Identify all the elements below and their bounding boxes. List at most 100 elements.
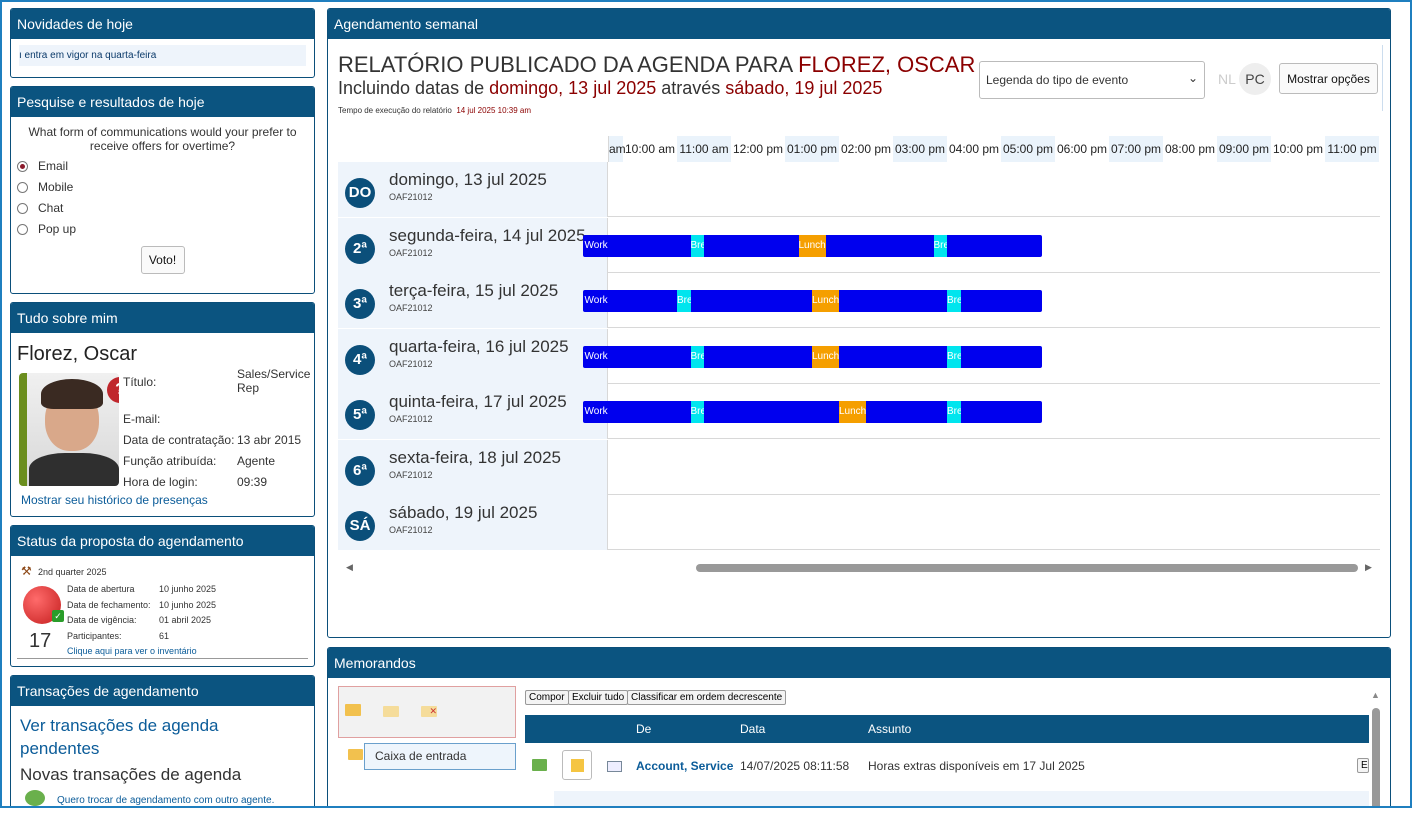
swap-icon — [25, 790, 45, 806]
col-date[interactable]: Data — [740, 715, 765, 743]
poll-option-label: Chat — [38, 201, 64, 215]
day-row: 3ª terça-feira, 15 jul 2025 OAF21012 Work Br… — [338, 273, 1380, 328]
agent-photo: ? — [19, 373, 119, 486]
day-badge: 5ª — [345, 400, 375, 430]
day-name: quarta-feira, 16 jul 2025 — [389, 336, 569, 356]
day-code: OAF21012 — [389, 192, 433, 202]
memo-from[interactable]: Account, Service — [636, 759, 733, 773]
proposal-label: Data de abertura — [67, 584, 135, 594]
poll-option[interactable]: Chat — [17, 201, 314, 215]
news-ticker[interactable]: ı entra em vigor na quarta-feira — [19, 45, 306, 66]
swap-schedule-link[interactable]: Quero trocar de agendamento com outro ag… — [57, 795, 274, 806]
hour-label: 11:00 am — [677, 136, 731, 162]
break-event[interactable]: Bre — [690, 345, 704, 368]
day-badge: 6ª — [345, 455, 375, 486]
event-label: Work — [584, 295, 608, 306]
delete-folder-icon[interactable]: ✕ — [421, 706, 437, 717]
poll-panel: Pesquise e resultados de hoje What form … — [10, 86, 315, 294]
show-options-button[interactable]: Mostrar opções — [1279, 63, 1378, 94]
proposal-label: Data de fechamento: — [67, 599, 151, 610]
poll-option[interactable]: Pop up — [17, 222, 314, 236]
radio-button[interactable] — [17, 181, 28, 193]
legend-select-label: Legenda do tipo de evento — [986, 73, 1129, 87]
day-code: OAF21012 — [389, 525, 433, 535]
new-folder-icon[interactable] — [345, 704, 361, 716]
legend-select[interactable]: Legenda do tipo de evento ⌄ — [979, 61, 1205, 99]
day-label-cell: SÁ sábado, 19 jul 2025 OAF21012 — [338, 495, 608, 550]
memo-row[interactable]: Account, Service 14/07/2025 08:11:58 Hor… — [525, 743, 1369, 791]
compose-button[interactable]: Compor — [525, 690, 569, 705]
col-subject[interactable]: Assunto — [868, 715, 911, 743]
open-memo-icon[interactable] — [532, 759, 547, 771]
proposal-title: Status da proposta do agendamento — [11, 526, 314, 556]
work-event-bar[interactable]: Work Bre Lunch Bre — [582, 234, 1042, 257]
about-me-panel: Tudo sobre mim Florez, Oscar ? Título: Sa… — [10, 302, 315, 517]
hour-label: 06:00 pm — [1056, 142, 1108, 156]
day-name: terça-feira, 15 jul 2025 — [389, 281, 559, 300]
break-event[interactable]: Bre — [933, 234, 947, 257]
sort-desc-button[interactable]: Classificar em ordem decrescente — [627, 690, 787, 705]
hour-label: 02:00 pm — [840, 142, 892, 156]
transactions-panel: Transações de agendamento Ver transações… — [10, 675, 315, 806]
pending-transactions-link[interactable]: Ver transações de agenda pendentes — [20, 714, 260, 760]
radio-button[interactable] — [17, 160, 28, 172]
break-event[interactable]: Bre — [690, 401, 704, 423]
break-event[interactable]: Bre — [947, 401, 961, 423]
lunch-event[interactable]: Lunch — [798, 234, 826, 257]
memo-scroll-up-icon[interactable]: ▲ — [1371, 690, 1380, 700]
folder-icon[interactable] — [383, 706, 399, 717]
day-name: sábado, 19 jul 2025 — [389, 503, 538, 522]
scroll-right-icon[interactable]: ▶ — [1365, 562, 1372, 573]
new-transactions-heading: Novas transações de agenda — [20, 765, 242, 784]
lunch-event[interactable]: Lunch — [812, 345, 839, 368]
work-event-bar[interactable]: Work Bre Lunch Bre — [582, 345, 1042, 368]
memo-vertical-scrollbar[interactable] — [1372, 708, 1380, 806]
break-event[interactable]: Bre — [677, 290, 691, 312]
day-badge: 3ª — [345, 289, 375, 319]
report-title-prefix: RELATÓRIO PUBLICADO DA AGENDA PARA — [338, 52, 799, 77]
help-icon[interactable]: ? — [107, 377, 119, 403]
attendance-history-link[interactable]: Mostrar seu histórico de presenças — [21, 493, 208, 507]
scroll-left-icon[interactable]: ◀ — [346, 562, 353, 573]
memo-action-button[interactable]: Ex — [1357, 758, 1369, 773]
about-field-value: 09:39 — [237, 475, 268, 489]
break-event[interactable]: Bre — [947, 290, 961, 312]
radio-button[interactable] — [17, 202, 28, 214]
range-end: sábado, 19 jul 2025 — [725, 78, 883, 98]
proposal-link[interactable]: Clique aqui para ver o inventário — [67, 646, 197, 656]
nl-toggle[interactable]: NL — [1218, 71, 1236, 87]
note-icon[interactable] — [562, 750, 592, 780]
poll-option[interactable]: Email — [17, 159, 314, 173]
chevron-down-icon: ⌄ — [1187, 71, 1198, 85]
delete-all-button[interactable]: Excluir tudo — [568, 690, 629, 705]
lunch-event[interactable]: Lunch — [839, 401, 866, 423]
vote-button[interactable]: Voto! — [140, 246, 185, 274]
hour-label: 10:00 am — [624, 142, 676, 156]
lunch-event[interactable]: Lunch — [812, 290, 839, 312]
break-event[interactable]: Bre — [690, 234, 704, 257]
inbox-folder[interactable]: Caixa de entrada — [364, 743, 516, 770]
poll-option[interactable]: Mobile — [17, 180, 314, 194]
work-event-bar[interactable]: Work Bre Lunch Bre — [582, 401, 1042, 423]
work-event-bar[interactable]: Work Bre Lunch Bre — [582, 290, 1042, 312]
weekly-title: Agendamento semanal — [328, 9, 1390, 39]
radio-button[interactable] — [17, 223, 28, 235]
break-event[interactable]: Bre — [947, 345, 961, 368]
col-from[interactable]: De — [636, 715, 651, 743]
proposal-label: Participantes: — [67, 630, 122, 641]
poll-question: What form of communications would your p… — [28, 125, 297, 153]
hour-label: 11:00 pm — [1325, 136, 1379, 162]
proposal-value: 10 junho 2025 — [159, 599, 217, 610]
news-panel: Novidades de hoje ı entra em vigor na qu… — [10, 8, 315, 78]
about-field-label: Data de contratação: — [123, 433, 235, 447]
pc-toggle[interactable]: PC — [1239, 63, 1271, 95]
event-label: Work — [584, 406, 608, 417]
horizontal-scrollbar[interactable] — [696, 564, 1358, 572]
memo-subject: Horas extras disponíveis em 17 Jul 2025 — [868, 759, 1085, 773]
report-agent-name: FLOREZ, OSCAR — [798, 52, 976, 77]
about-title: Tudo sobre mim — [11, 303, 314, 333]
day-label-cell: 2ª segunda-feira, 14 jul 2025 OAF21012 — [338, 217, 608, 273]
hour-label: 03:00 pm — [893, 136, 947, 162]
poll-option-label: Mobile — [38, 180, 74, 194]
hour-header: am 10:00 am 11:00 am 12:00 pm 01:00 pm 02:00 … — [609, 136, 1380, 162]
